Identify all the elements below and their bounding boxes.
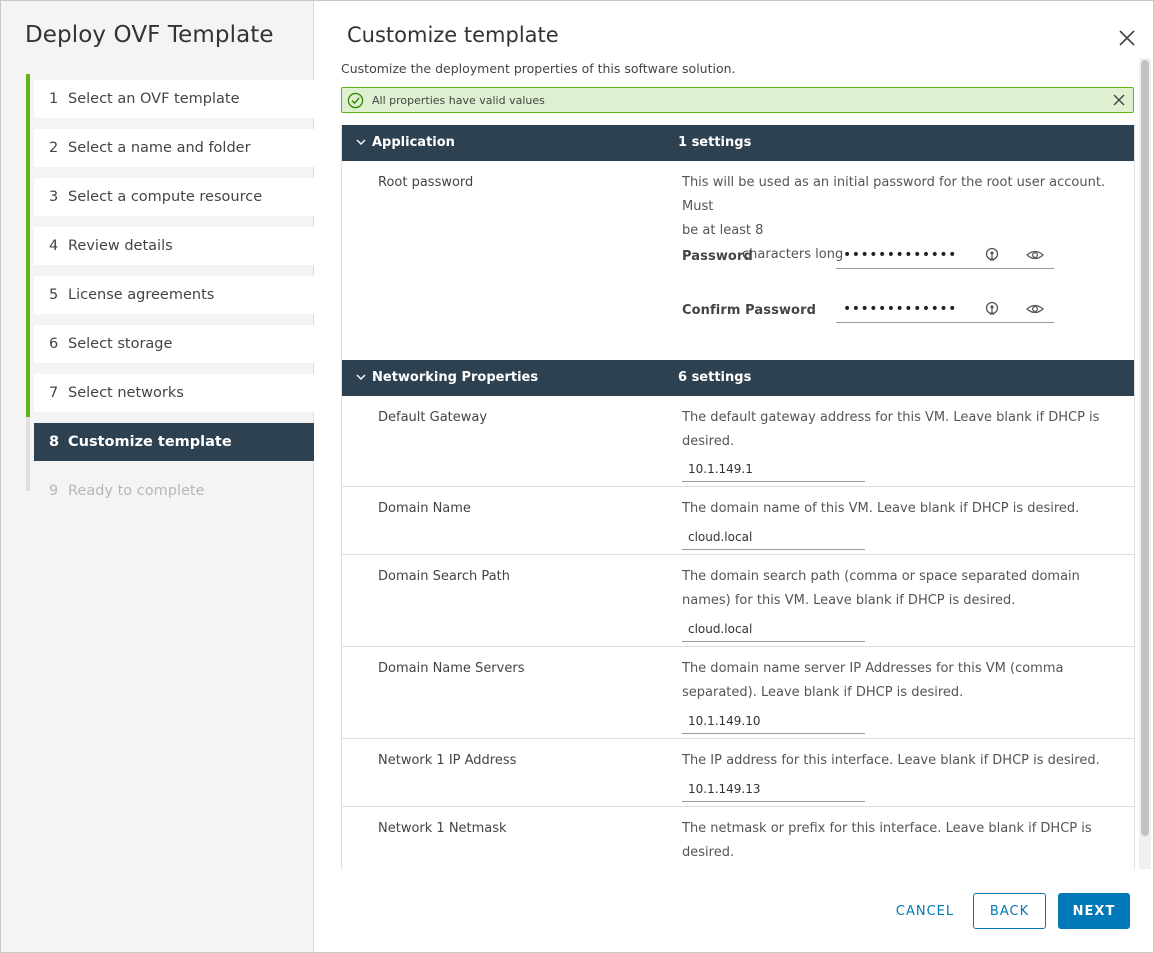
deploy-ovf-dialog: Deploy OVF Template 1 Select an OVF templ… <box>0 0 1154 953</box>
scrollbar[interactable] <box>1139 58 1151 869</box>
step-progress-bar <box>26 221 30 270</box>
properties-grid: Application 1 settings Root password Thi… <box>341 125 1135 869</box>
step-progress-bar <box>26 417 30 466</box>
step-ready-to-complete: 9 Ready to complete <box>26 466 314 515</box>
confirm-password-value: ••••••••••••• <box>843 301 957 317</box>
property-description: The domain name of this VM. Leave blank … <box>682 501 1080 516</box>
group-count: 1 settings <box>678 135 752 150</box>
step-license-agreements[interactable]: 5 License agreements <box>26 270 314 319</box>
password-label: Password <box>682 249 753 264</box>
property-row-default-gateway: Default Gateway The default gateway addr… <box>342 396 1134 487</box>
group-header-networking[interactable]: Networking Properties 6 settings <box>342 360 1134 396</box>
property-row-network1-netmask: Network 1 Netmask The netmask or prefix … <box>342 807 1134 869</box>
network1-ip-input[interactable] <box>682 776 865 802</box>
password-field[interactable]: ••••••••••••• <box>836 243 1054 269</box>
eye-icon[interactable] <box>1026 301 1044 317</box>
step-label: Select an OVF template <box>68 91 240 107</box>
step-number: 5 <box>49 287 59 303</box>
step-number: 3 <box>49 189 59 205</box>
property-name: Network 1 IP Address <box>378 753 517 768</box>
step-progress-bar <box>26 368 30 417</box>
key-generate-icon[interactable] <box>984 301 1000 317</box>
property-name: Default Gateway <box>378 410 488 425</box>
step-label: License agreements <box>68 287 215 303</box>
page-title: Customize template <box>347 23 559 47</box>
step-select-name-folder[interactable]: 2 Select a name and folder <box>26 123 314 172</box>
success-alert: All properties have valid values <box>341 87 1134 113</box>
domain-name-input[interactable] <box>682 524 865 550</box>
property-name: Domain Name Servers <box>378 661 525 676</box>
wizard-steps: 1 Select an OVF template 2 Select a name a… <box>26 74 314 515</box>
property-name: Network 1 Netmask <box>378 821 507 836</box>
scrollbar-thumb[interactable] <box>1141 60 1149 836</box>
step-label: Review details <box>68 238 173 254</box>
cancel-button[interactable]: CANCEL <box>886 893 964 929</box>
step-progress-bar <box>26 270 30 319</box>
property-row-network1-ip: Network 1 IP Address The IP address for … <box>342 739 1134 807</box>
group-count: 6 settings <box>678 370 752 385</box>
step-progress-bar <box>26 123 30 172</box>
wizard-title: Deploy OVF Template <box>25 22 274 48</box>
eye-icon[interactable] <box>1026 247 1044 263</box>
confirm-password-label: Confirm Password <box>682 303 817 318</box>
step-number: 1 <box>49 91 59 107</box>
description-line: be at least 8 <box>682 223 764 238</box>
default-gateway-input[interactable] <box>682 456 865 482</box>
chevron-down-icon <box>356 374 366 380</box>
property-row-root-password: Root password This will be used as an in… <box>342 161 1134 360</box>
password-value: ••••••••••••• <box>843 247 957 263</box>
page-subtitle: Customize the deployment properties of t… <box>341 61 736 76</box>
step-number: 2 <box>49 140 59 156</box>
key-generate-icon[interactable] <box>984 247 1000 263</box>
description-line: This will be used as an initial password… <box>682 175 1106 214</box>
group-name: Networking Properties <box>372 370 539 385</box>
step-progress-bar <box>26 466 30 491</box>
back-button[interactable]: BACK <box>973 893 1046 929</box>
step-number: 7 <box>49 385 59 401</box>
step-label: Select networks <box>68 385 184 401</box>
step-label: Customize template <box>68 434 232 450</box>
domain-name-servers-input[interactable] <box>682 708 865 734</box>
step-label: Select a compute resource <box>68 189 263 205</box>
close-icon[interactable] <box>1111 92 1127 108</box>
wizard-sidebar: Deploy OVF Template 1 Select an OVF templ… <box>1 1 314 952</box>
step-number: 6 <box>49 336 59 352</box>
step-progress-bar <box>26 172 30 221</box>
property-description: The default gateway address for this VM.… <box>682 410 1100 449</box>
step-progress-bar <box>26 319 30 368</box>
chevron-down-icon <box>356 139 366 145</box>
step-number: 9 <box>49 483 59 499</box>
property-name: Domain Search Path <box>378 569 510 584</box>
step-customize-template[interactable]: 8 Customize template <box>26 417 314 466</box>
step-label: Ready to complete <box>68 483 205 499</box>
step-progress-bar <box>26 74 30 123</box>
step-select-storage[interactable]: 6 Select storage <box>26 319 314 368</box>
next-button[interactable]: NEXT <box>1058 893 1130 929</box>
alert-text: All properties have valid values <box>372 93 545 107</box>
check-circle-icon <box>347 92 364 108</box>
property-description: The IP address for this interface. Leave… <box>682 753 1100 768</box>
property-description: The netmask or prefix for this interface… <box>682 821 1092 860</box>
step-number: 4 <box>49 238 59 254</box>
group-header-application[interactable]: Application 1 settings <box>342 125 1134 161</box>
step-number: 8 <box>49 434 60 450</box>
step-select-networks[interactable]: 7 Select networks <box>26 368 314 417</box>
group-name: Application <box>372 135 455 150</box>
step-review-details[interactable]: 4 Review details <box>26 221 314 270</box>
step-label: Select a name and folder <box>68 140 251 156</box>
property-description: The domain search path (comma or space s… <box>682 569 1080 608</box>
property-row-domain-name-servers: Domain Name Servers The domain name serv… <box>342 647 1134 739</box>
domain-search-path-input[interactable] <box>682 616 865 642</box>
property-description: The domain name server IP Addresses for … <box>682 661 1064 700</box>
property-row-domain-name: Domain Name The domain name of this VM. … <box>342 487 1134 555</box>
step-select-compute-resource[interactable]: 3 Select a compute resource <box>26 172 314 221</box>
close-icon[interactable] <box>1117 28 1137 48</box>
step-select-ovf-template[interactable]: 1 Select an OVF template <box>26 74 314 123</box>
property-row-domain-search-path: Domain Search Path The domain search pat… <box>342 555 1134 647</box>
step-label: Select storage <box>68 336 173 352</box>
property-name: Domain Name <box>378 501 471 516</box>
confirm-password-field[interactable]: ••••••••••••• <box>836 297 1054 323</box>
property-name: Root password <box>378 175 474 190</box>
